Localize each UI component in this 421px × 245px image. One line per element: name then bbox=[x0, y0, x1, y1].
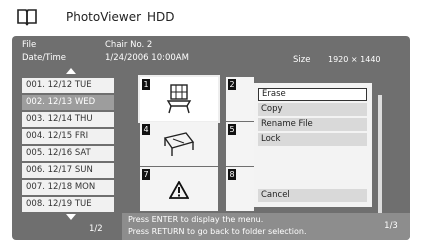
list-page-indicator: 1/2 bbox=[89, 224, 103, 234]
size-label: Size bbox=[293, 55, 311, 65]
date-list-item[interactable]: 001. 12/12 TUE bbox=[22, 78, 114, 93]
warning-icon bbox=[169, 181, 189, 199]
thumbnail-2[interactable]: 2 bbox=[226, 77, 254, 121]
date-time-label: Date/Time bbox=[22, 53, 66, 63]
grid-page-indicator: 1/3 bbox=[372, 213, 410, 240]
menu-item-cancel[interactable]: Cancel bbox=[258, 189, 367, 202]
date-list-item-selected[interactable]: 002. 12/13 WED bbox=[22, 95, 114, 110]
viewer-screen: File Date/Time Chair No. 2 1/24/2006 10:… bbox=[12, 36, 410, 240]
help-line-2: Press RETURN to go back to folder select… bbox=[128, 227, 307, 236]
date-time-value: 1/24/2006 10:00AM bbox=[105, 53, 189, 63]
date-list-item[interactable]: 003. 12/14 THU bbox=[22, 112, 114, 127]
chair-image-icon bbox=[166, 84, 192, 114]
app-title: PhotoViewer bbox=[66, 10, 142, 24]
file-name: Chair No. 2 bbox=[105, 40, 153, 50]
menu-item-copy[interactable]: Copy bbox=[258, 103, 367, 116]
thumbnail-number: 4 bbox=[142, 124, 150, 135]
list-scroll-up-icon[interactable] bbox=[66, 68, 76, 74]
help-line-1: Press ENTER to display the menu. bbox=[128, 215, 264, 224]
table-image-icon bbox=[163, 132, 195, 156]
file-label: File bbox=[22, 40, 37, 50]
thumbnail-8[interactable]: 8 bbox=[226, 167, 254, 211]
photo-album-icon bbox=[17, 9, 37, 26]
help-message: Press ENTER to display the menu. Press R… bbox=[122, 213, 372, 240]
thumbnail-number: 2 bbox=[228, 79, 236, 90]
date-list-item[interactable]: 007. 12/18 MON bbox=[22, 180, 114, 195]
thumbnail-number: 5 bbox=[228, 124, 236, 135]
menu-item-erase[interactable]: Erase bbox=[258, 88, 367, 101]
date-list-item[interactable]: 005. 12/16 SAT bbox=[22, 146, 114, 161]
thumbnail-5[interactable]: 5 bbox=[226, 122, 254, 166]
thumbnail-number: 8 bbox=[228, 169, 236, 180]
size-value: 1920 × 1440 bbox=[328, 55, 381, 64]
thumbnail-1[interactable]: 1 bbox=[138, 75, 220, 123]
context-menu: Erase Copy Rename File Lock Cancel bbox=[254, 83, 372, 207]
date-list-item[interactable]: 006. 12/17 SUN bbox=[22, 163, 114, 178]
source-label: HDD bbox=[147, 10, 175, 24]
date-list-item[interactable]: 004. 12/15 FRI bbox=[22, 129, 114, 144]
grid-scrollbar[interactable] bbox=[378, 95, 382, 215]
date-list-item[interactable]: 008. 12/19 TUE bbox=[22, 197, 114, 212]
list-scroll-down-icon[interactable] bbox=[66, 214, 76, 220]
thumbnail-7[interactable]: 7 bbox=[140, 167, 218, 211]
thumbnail-number: 7 bbox=[142, 169, 150, 180]
top-bar: PhotoViewer HDD bbox=[0, 0, 421, 34]
menu-item-rename-file[interactable]: Rename File bbox=[258, 118, 367, 131]
file-info-panel: File Date/Time Chair No. 2 1/24/2006 10:… bbox=[12, 36, 410, 68]
thumbnail-number: 1 bbox=[142, 79, 150, 90]
thumbnail-4[interactable]: 4 bbox=[140, 122, 218, 166]
menu-item-lock[interactable]: Lock bbox=[258, 133, 367, 146]
